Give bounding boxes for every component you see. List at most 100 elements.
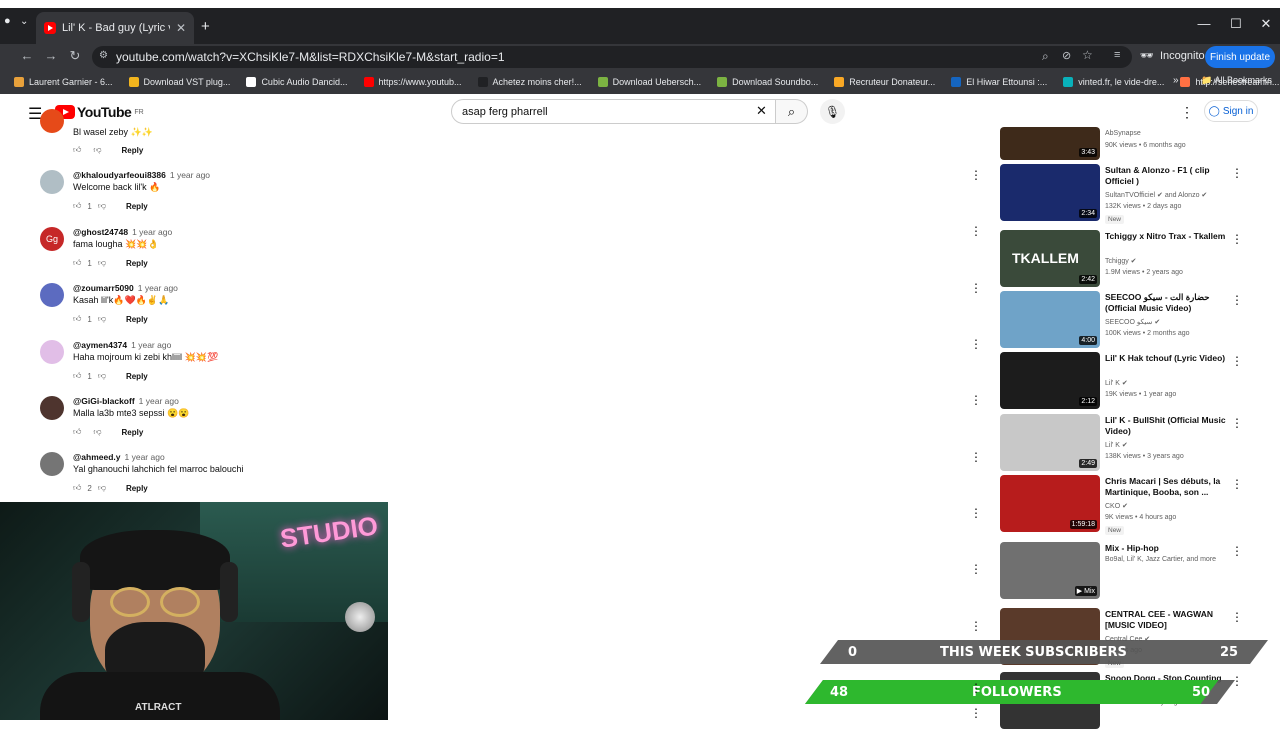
- voice-search-mic-icon[interactable]: 🎙: [820, 99, 845, 124]
- all-bookmarks-button[interactable]: 📁 All Bookmarks: [1201, 75, 1272, 86]
- thumbs-down-icon[interactable]: 👎︎: [98, 314, 106, 324]
- thumbs-up-icon[interactable]: 👍︎: [73, 314, 81, 324]
- video-thumbnail[interactable]: 2:49: [1000, 414, 1100, 471]
- comment-username[interactable]: @ghost24748: [73, 227, 128, 237]
- video-title[interactable]: Tchiggy x Nitro Trax - Tkallem: [1105, 231, 1227, 242]
- comment-author[interactable]: @ghost24748 1 year ago: [73, 227, 172, 237]
- media-control-icon[interactable]: ≡: [1114, 49, 1120, 61]
- channel-name[interactable]: Lil' K ✔: [1105, 441, 1128, 449]
- avatar[interactable]: [40, 283, 64, 307]
- comment-action-menu-icon[interactable]: ⋮: [970, 337, 982, 351]
- video-action-menu-icon[interactable]: ⋮: [1231, 232, 1243, 246]
- reply-button[interactable]: Reply: [126, 372, 148, 381]
- thumbs-down-icon[interactable]: 👎︎: [98, 483, 106, 493]
- comment-action-menu-icon[interactable]: ⋮: [970, 224, 982, 238]
- thumbs-up-icon[interactable]: 👍︎: [73, 258, 81, 268]
- comment-author[interactable]: @khaloudyarfeoui8386 1 year ago: [73, 170, 210, 180]
- video-title[interactable]: Sultan & Alonzo - F1 ( clip Officiel ): [1105, 165, 1227, 188]
- bookmark-item[interactable]: Cubic Audio Dancid...: [246, 77, 348, 87]
- related-video-item[interactable]: 2:12 Lil' K Hak tchouf (Lyric Video) Lil' …: [1000, 352, 1270, 412]
- comment-username[interactable]: @GiGi-blackoff: [73, 396, 135, 406]
- avatar[interactable]: [40, 396, 64, 420]
- comment-time[interactable]: 1 year ago: [139, 396, 179, 406]
- video-action-menu-icon[interactable]: ⋮: [1231, 293, 1243, 307]
- zoom-icon[interactable]: ⌕: [1042, 49, 1049, 64]
- search-input[interactable]: asap ferg pharrell: [451, 99, 776, 124]
- video-thumbnail[interactable]: TKALLEM 2:42: [1000, 230, 1100, 287]
- incognito-indicator[interactable]: 🕶 Incognito: [1140, 49, 1205, 63]
- comment-username[interactable]: @ahmeed.y: [73, 452, 121, 462]
- bookmark-item[interactable]: Recruteur Donateur...: [834, 77, 935, 87]
- comment-time[interactable]: 1 year ago: [131, 340, 171, 350]
- thumbs-up-icon[interactable]: 👍︎: [73, 145, 81, 155]
- site-info-icon[interactable]: ⚙: [99, 50, 108, 61]
- forward-arrow-icon[interactable]: →: [42, 48, 60, 63]
- reply-button[interactable]: Reply: [126, 484, 148, 493]
- comment-action-menu-icon[interactable]: ⋮: [970, 450, 982, 464]
- reply-button[interactable]: Reply: [126, 202, 148, 211]
- thumbs-down-icon[interactable]: 👎︎: [93, 427, 101, 437]
- video-title[interactable]: CENTRAL CEE - WAGWAN [MUSIC VIDEO]: [1105, 609, 1227, 632]
- video-thumbnail[interactable]: 1:59:18: [1000, 475, 1100, 532]
- channel-name[interactable]: AbSynapse: [1105, 130, 1141, 137]
- avatar[interactable]: [40, 340, 64, 364]
- thumbs-down-icon[interactable]: 👎︎: [98, 201, 106, 211]
- related-video-item[interactable]: ▶ Mix Mix - Hip-hop Bo9al, Lil' K, Jazz Ca…: [1000, 542, 1270, 602]
- comment-author[interactable]: @aymen4374 1 year ago: [73, 340, 171, 350]
- channel-name[interactable]: SEECOO سيكو ✔: [1105, 318, 1160, 326]
- eye-off-icon[interactable]: ⊘: [1062, 49, 1071, 62]
- back-arrow-icon[interactable]: ←: [18, 48, 36, 63]
- browser-menu-icon[interactable]: ●: [4, 15, 11, 27]
- avatar[interactable]: Gg: [40, 227, 64, 251]
- video-title[interactable]: Mix - Hip-hop: [1105, 543, 1227, 554]
- video-thumbnail[interactable]: 4:00: [1000, 291, 1100, 348]
- address-bar[interactable]: ⚙ youtube.com/watch?v=XChsiKle7-M&list=R…: [92, 46, 1132, 68]
- finish-update-button[interactable]: Finish update: [1205, 46, 1275, 68]
- active-tab[interactable]: Lil' K - Bad guy (Lyric video) - Yo ✕: [36, 12, 194, 44]
- search-button[interactable]: ⌕: [776, 99, 808, 124]
- thumbs-up-icon[interactable]: 👍︎: [73, 371, 81, 381]
- bookmark-item[interactable]: Download VST plug...: [128, 77, 230, 87]
- channel-name[interactable]: Bo9al, Lil' K, Jazz Cartier, and more: [1105, 556, 1216, 563]
- comment-time[interactable]: 1 year ago: [125, 452, 165, 462]
- sign-in-button[interactable]: ◯ Sign in: [1204, 100, 1258, 122]
- channel-name[interactable]: Lil' K ✔: [1105, 379, 1128, 387]
- related-video-item[interactable]: TKALLEM 2:42 Tchiggy x Nitro Trax - Tkalle…: [1000, 230, 1270, 290]
- comment-action-menu-icon[interactable]: ⋮: [970, 619, 982, 633]
- comment-action-menu-icon[interactable]: ⋮: [970, 168, 982, 182]
- bookmark-item[interactable]: Download Uebersch...: [597, 77, 701, 87]
- video-thumbnail[interactable]: 2:12: [1000, 352, 1100, 409]
- comment-username[interactable]: @khaloudyarfeoui8386: [73, 170, 166, 180]
- bookmark-item[interactable]: Laurent Garnier - 6...: [14, 77, 113, 87]
- reply-button[interactable]: Reply: [126, 315, 148, 324]
- video-action-menu-icon[interactable]: ⋮: [1231, 166, 1243, 180]
- new-tab-plus-icon[interactable]: +: [201, 19, 210, 34]
- video-action-menu-icon[interactable]: ⋮: [1231, 416, 1243, 430]
- avatar[interactable]: [40, 452, 64, 476]
- comment-username[interactable]: @zoumarr5090: [73, 283, 134, 293]
- settings-more-icon[interactable]: ⋮: [1180, 104, 1194, 121]
- comment-action-menu-icon[interactable]: ⋮: [970, 706, 982, 720]
- related-video-item[interactable]: 2:49 Lil' K - BullShit (Official Music Vi…: [1000, 414, 1270, 474]
- video-action-menu-icon[interactable]: ⋮: [1231, 610, 1243, 624]
- comment-author[interactable]: @GiGi-blackoff 1 year ago: [73, 396, 179, 406]
- comment-author[interactable]: @zoumarr5090 1 year ago: [73, 283, 178, 293]
- bookmark-star-icon[interactable]: ☆: [1082, 48, 1093, 62]
- video-action-menu-icon[interactable]: ⋮: [1231, 354, 1243, 368]
- comment-time[interactable]: 1 year ago: [132, 227, 172, 237]
- comment-action-menu-icon[interactable]: ⋮: [970, 506, 982, 520]
- comment-action-menu-icon[interactable]: ⋮: [970, 393, 982, 407]
- thumbs-up-icon[interactable]: 👍︎: [73, 427, 81, 437]
- related-video-item[interactable]: 2:34 Sultan & Alonzo - F1 ( clip Officiel…: [1000, 164, 1270, 224]
- tab-close-icon[interactable]: ✕: [176, 21, 186, 35]
- comment-action-menu-icon[interactable]: ⋮: [970, 281, 982, 295]
- video-action-menu-icon[interactable]: ⋮: [1231, 544, 1243, 558]
- video-thumbnail[interactable]: ▶ Mix: [1000, 542, 1100, 599]
- bookmark-item[interactable]: https://www.youtub...: [363, 77, 462, 87]
- bookmark-item[interactable]: vinted.fr, le vide-dre...: [1063, 77, 1164, 87]
- channel-name[interactable]: CKO ✔: [1105, 502, 1128, 510]
- comment-author[interactable]: @ahmeed.y 1 year ago: [73, 452, 165, 462]
- bookmark-item[interactable]: El Hiwar Ettounsi :...: [951, 77, 1047, 87]
- video-title[interactable]: Lil' K Hak tchouf (Lyric Video): [1105, 353, 1227, 364]
- related-video-item[interactable]: 4:00 SEECOO حضارة الت - سيكو (Official Mu…: [1000, 291, 1270, 351]
